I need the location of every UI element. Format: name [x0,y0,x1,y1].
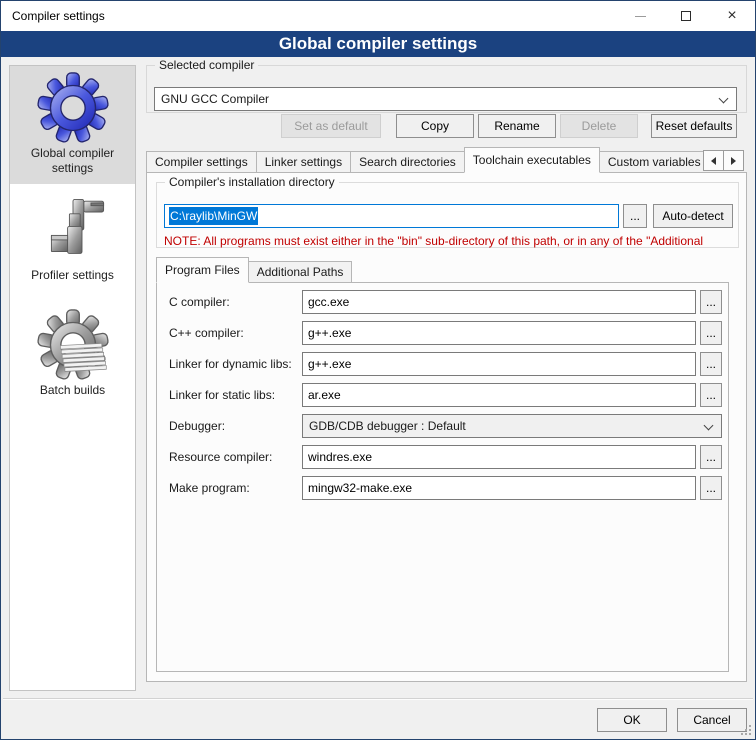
field-label: Linker for dynamic libs: [169,352,292,376]
program-files-tabbar: Program Files Additional Paths [156,257,351,283]
arrow-left-icon [711,157,716,165]
sidebar-item-batch-builds[interactable]: Batch builds [10,309,135,398]
tab-linker-settings[interactable]: Linker settings [256,151,351,173]
tab-toolchain-executables[interactable]: Toolchain executables [464,147,600,173]
close-button[interactable]: × [709,1,755,31]
cpp-compiler-input[interactable] [302,321,696,345]
field-label: Debugger: [169,414,225,438]
tab-compiler-settings[interactable]: Compiler settings [146,151,257,173]
close-icon: × [727,8,736,24]
dialog-header: Global compiler settings [1,31,755,57]
tab-scroll-right-button[interactable] [723,150,744,171]
selected-compiler-legend: Selected compiler [155,58,258,72]
debugger-select[interactable]: GDB/CDB debugger : Default [302,414,722,438]
maximize-icon [681,11,691,21]
field-label: Make program: [169,476,250,500]
minimize-icon [635,16,646,17]
static-linker-input[interactable] [302,383,696,407]
field-label: Linker for static libs: [169,383,275,407]
field-label: Resource compiler: [169,445,272,469]
resize-grip[interactable] [740,724,752,736]
window-title: Compiler settings [12,1,105,31]
field-row-resource-compiler: Resource compiler: ... [157,445,728,469]
maximize-button[interactable] [663,1,709,31]
field-row-static-linker: Linker for static libs: ... [157,383,728,407]
tab-search-directories[interactable]: Search directories [350,151,465,173]
reset-defaults-button[interactable]: Reset defaults [651,114,737,138]
installation-directory-value: C:\raylib\MinGW [169,207,258,225]
footer-divider [3,698,753,700]
chevron-down-icon [719,94,729,104]
caliper-icon [37,194,109,266]
browse-static-linker-button[interactable]: ... [700,383,722,407]
ok-button[interactable]: OK [597,708,667,732]
browse-c-compiler-button[interactable]: ... [700,290,722,314]
tab-program-files[interactable]: Program Files [156,257,249,283]
titlebar[interactable]: Compiler settings × [1,1,755,31]
field-row-debugger: Debugger: GDB/CDB debugger : Default [157,414,728,438]
caption-buttons: × [617,1,755,31]
make-program-input[interactable] [302,476,696,500]
field-label: C++ compiler: [169,321,244,345]
browse-cpp-compiler-button[interactable]: ... [700,321,722,345]
delete-button[interactable]: Delete [560,114,638,138]
browse-dynamic-linker-button[interactable]: ... [700,352,722,376]
sidebar-item-global-compiler-settings[interactable]: Global compiler settings [10,66,135,184]
minimize-button[interactable] [617,1,663,31]
debugger-select-value: GDB/CDB debugger : Default [309,419,466,433]
field-row-cpp-compiler: C++ compiler: ... [157,321,728,345]
chevron-down-icon [704,421,714,431]
arrow-right-icon [731,157,736,165]
browse-resource-compiler-button[interactable]: ... [700,445,722,469]
browse-directory-button[interactable]: ... [623,204,647,228]
compiler-settings-dialog: { "window": { "title": "Compiler setting… [0,0,756,740]
field-row-dynamic-linker: Linker for dynamic libs: ... [157,352,728,376]
sidebar-item-label: Profiler settings [10,266,135,283]
tab-scroll-left-button[interactable] [703,150,724,171]
browse-make-program-button[interactable]: ... [700,476,722,500]
blue-gear-icon [37,72,109,144]
sidebar-item-label: Batch builds [10,381,135,398]
field-row-make-program: Make program: ... [157,476,728,500]
tab-custom-variables[interactable]: Custom variables [599,151,704,173]
copy-button[interactable]: Copy [396,114,474,138]
program-files-panel: C compiler: ... C++ compiler: ... Linker… [156,282,729,672]
set-as-default-button[interactable]: Set as default [281,114,381,138]
tab-additional-paths[interactable]: Additional Paths [248,261,353,283]
bin-subdirectory-note: NOTE: All programs must exist either in … [164,234,736,248]
compiler-select-value: GNU GCC Compiler [161,92,269,106]
gray-gear-stack-icon [37,309,109,381]
field-label: C compiler: [169,290,230,314]
installation-directory-input[interactable]: C:\raylib\MinGW [164,204,619,228]
c-compiler-input[interactable] [302,290,696,314]
tab-scroll-buttons [704,150,744,171]
sidebar-item-profiler-settings[interactable]: Profiler settings [10,194,135,283]
settings-sidebar: Global compiler settings Profiler settin… [9,65,136,691]
sidebar-item-label: Global compiler settings [23,144,123,176]
settings-tabbar: Compiler settings Linker settings Search… [146,147,704,173]
installation-directory-legend: Compiler's installation directory [165,175,339,189]
cancel-button[interactable]: Cancel [677,708,747,732]
rename-button[interactable]: Rename [478,114,556,138]
compiler-select[interactable]: GNU GCC Compiler [154,87,737,111]
resource-compiler-input[interactable] [302,445,696,469]
dynamic-linker-input[interactable] [302,352,696,376]
field-row-c-compiler: C compiler: ... [157,290,728,314]
auto-detect-button[interactable]: Auto-detect [653,204,733,228]
